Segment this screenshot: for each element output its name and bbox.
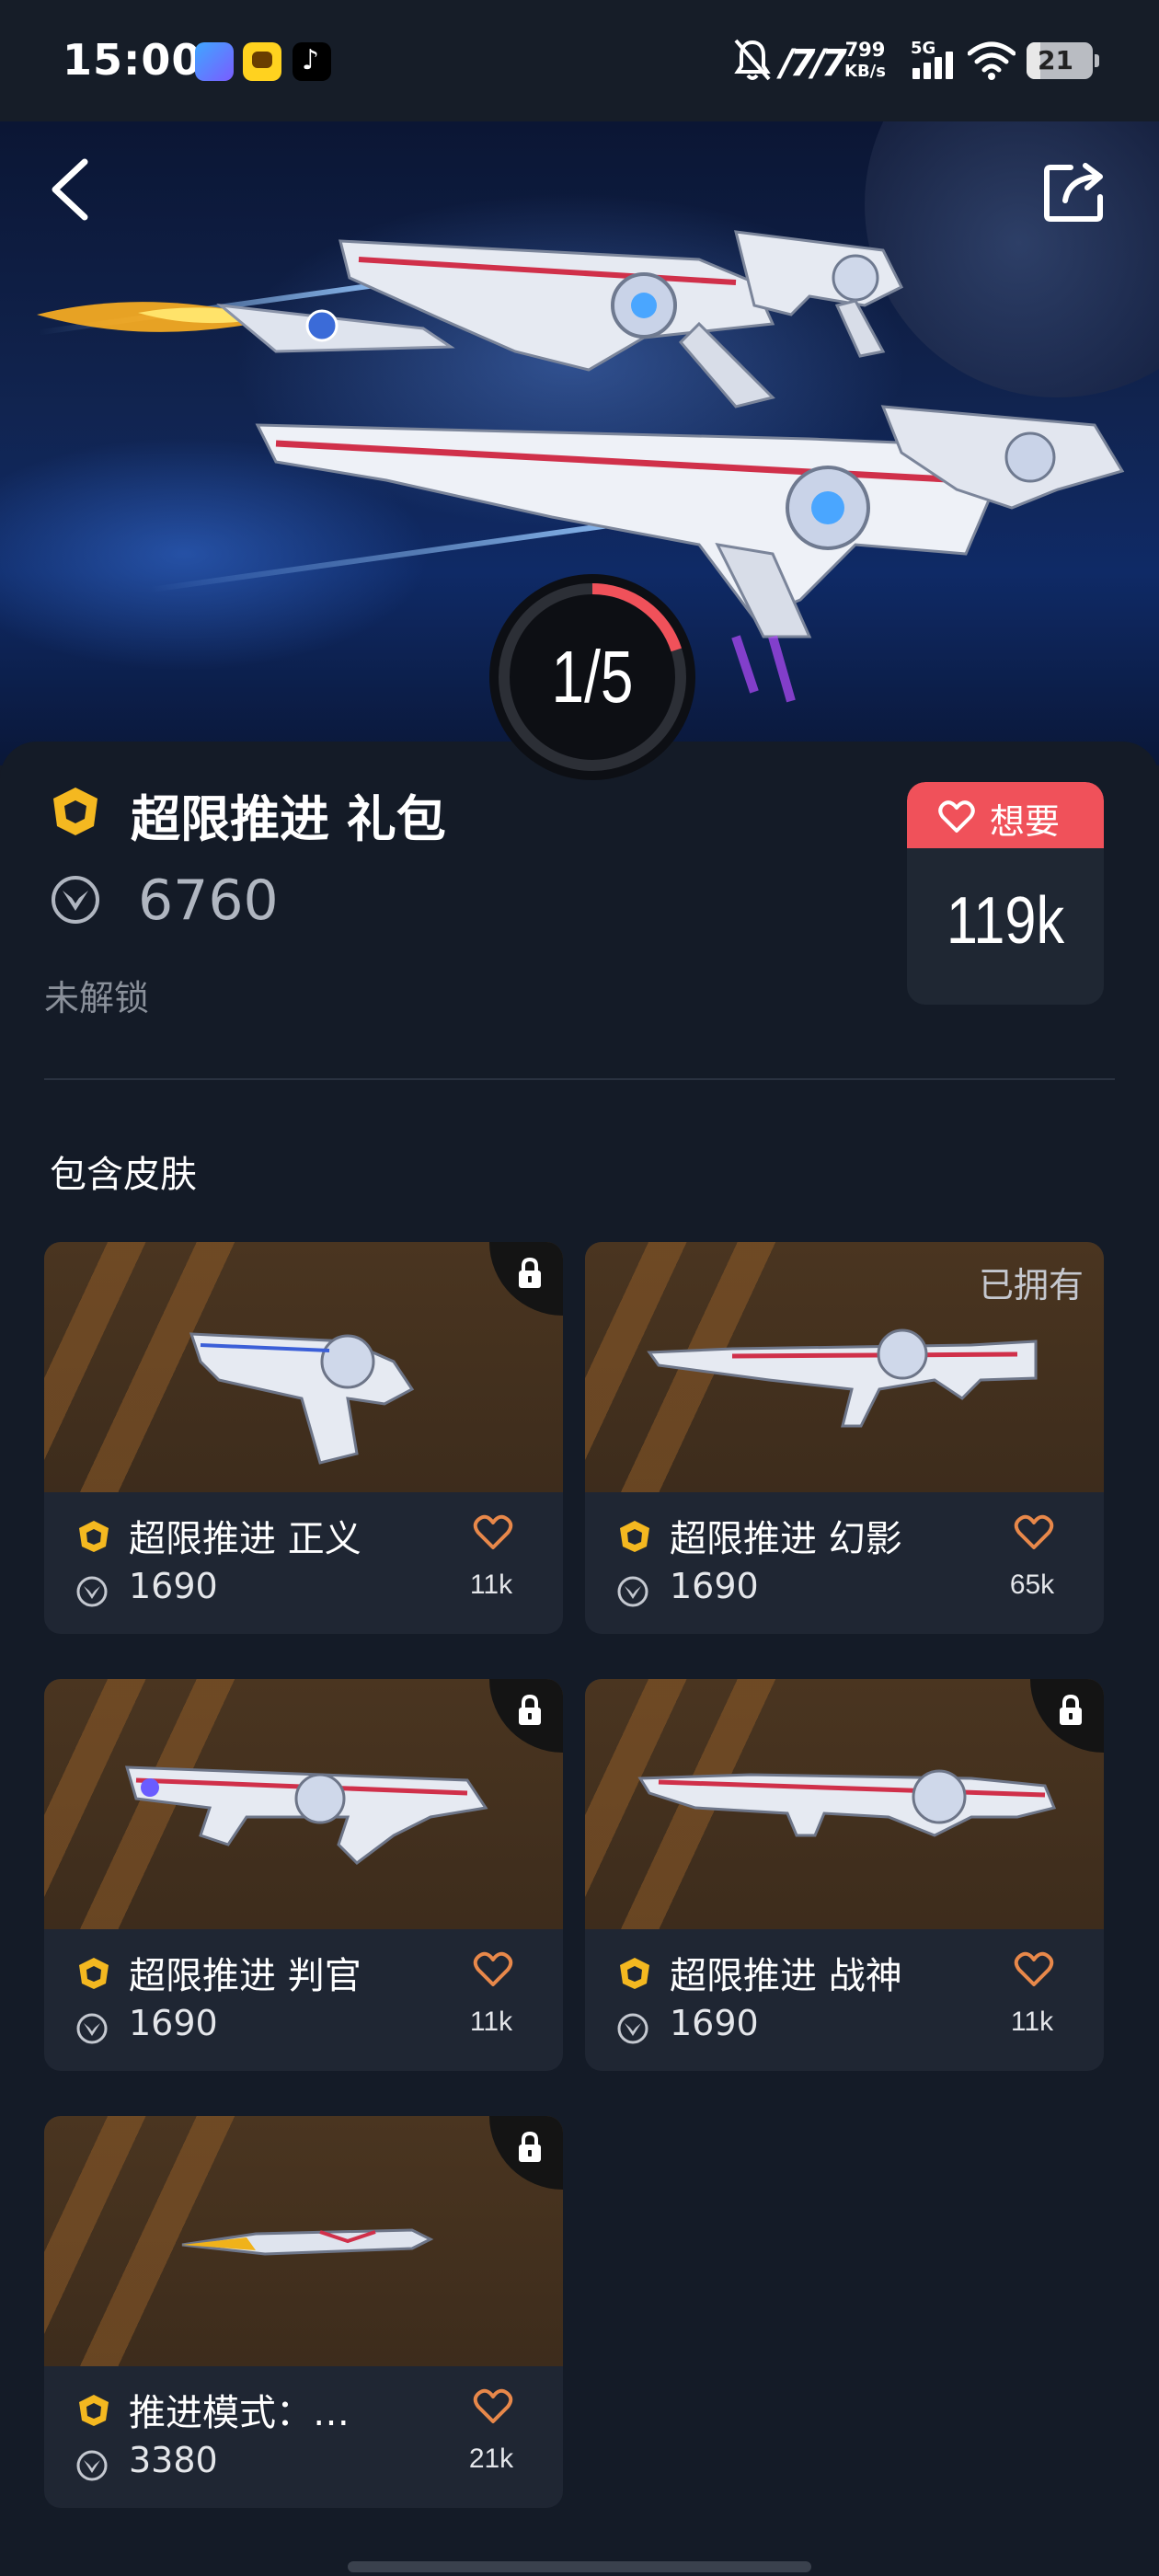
skin-weapon-image [637,1769,1057,1837]
lock-icon [519,1694,541,1725]
heart-icon[interactable] [1014,1951,1054,1988]
skin-price: 1690 [129,1566,218,1606]
lock-icon [519,1257,541,1288]
wishlist-card: 想要 119k [907,782,1104,1005]
skin-name: 超限推进 战神 [670,1955,902,1997]
skin-card[interactable]: 推进模式：… 3380 21k [44,2116,563,2508]
premium-edition-icon [79,1958,109,1989]
image-pager-indicator: 1/5 [489,574,695,780]
heart-icon[interactable] [473,2388,513,2425]
network-speed-value: 799 [844,39,886,61]
premium-edition-icon [79,2395,109,2426]
unlock-status: 未解锁 [44,978,150,1018]
skin-likes-count: 21k [468,2444,514,2474]
bundle-title: 超限推进 礼包 [131,790,446,848]
network-type: 5G [911,39,936,58]
pager-text: 1/5 [551,636,634,718]
bundle-price: 6760 [138,868,279,933]
wishlist-button[interactable]: 想要 [907,782,1104,848]
valorant-points-icon [617,2013,648,2044]
wifi-icon [968,41,1016,80]
wishlist-count: 119k [946,884,1065,958]
share-icon[interactable] [1043,158,1107,223]
heart-icon[interactable] [473,1951,513,1988]
skin-weapon-image [181,2228,434,2256]
skin-weapon-image [189,1332,415,1465]
skin-price: 1690 [129,2003,218,2043]
premium-edition-icon [620,1521,649,1552]
skin-thumbnail: 已拥有 [585,1242,1104,1492]
skin-price: 1690 [670,2003,759,2043]
app-notification-icon [243,42,281,81]
skin-name: 推进模式：… [129,2392,350,2434]
skin-name: 超限推进 幻影 [670,1518,902,1560]
skin-card[interactable]: 超限推进 正义 1690 11k [44,1242,563,1634]
network-speed: 799 KB/s [844,39,886,83]
skin-card[interactable]: 超限推进 判官 1690 11k [44,1679,563,2071]
tiktok-icon [293,42,331,81]
home-indicator[interactable] [348,2561,811,2572]
skin-card[interactable]: 已拥有 超限推进 幻影 1690 65k [585,1242,1104,1634]
skin-thumbnail [44,1679,563,1929]
owned-label: 已拥有 [978,1265,1084,1305]
premium-edition-icon [53,788,98,835]
divider [44,1078,1115,1080]
skin-weapon-image [124,1765,488,1865]
status-time: 15:00 [63,35,202,85]
skin-thumbnail [44,1242,563,1492]
valorant-points-icon [76,2450,108,2481]
skin-thumbnail [585,1679,1104,1929]
back-arrow-icon[interactable] [44,156,99,223]
skin-thumbnail [44,2116,563,2366]
valorant-points-icon [76,2013,108,2044]
skin-likes-count: 65k [1009,1570,1055,1600]
cellular-signal-icon: 5G [909,39,957,83]
skin-name: 超限推进 判官 [129,1955,361,1997]
section-title: 包含皮肤 [50,1154,197,1196]
skin-likes-count: 11k [469,2007,513,2037]
skin-likes-count: 11k [469,1570,513,1600]
skin-card[interactable]: 超限推进 战神 1690 11k [585,1679,1104,2071]
carrier-logo-icon: /7/7 [780,42,847,85]
wishlist-label: 想要 [990,801,1061,842]
lock-icon [1060,1694,1082,1725]
bell-muted-icon [734,39,771,81]
skin-price: 1690 [670,1566,759,1606]
valorant-points-icon [76,1576,108,1607]
valorant-points-icon [617,1576,648,1607]
network-speed-unit: KB/s [844,62,886,81]
lock-icon [519,2131,541,2162]
battery-text: 21 [1038,45,1073,75]
skin-likes-count: 11k [1010,2007,1054,2037]
premium-edition-icon [620,1958,649,1989]
valorant-points-icon [52,876,99,924]
battery-icon: 21 [1027,42,1099,79]
skin-price: 3380 [129,2440,218,2480]
heart-icon [938,800,975,833]
premium-edition-icon [79,1521,109,1552]
status-bar: 15:00 /7/7 799 KB/s 5G 21 [0,0,1159,121]
app-notification-icon [195,42,234,81]
heart-icon[interactable] [473,1514,513,1551]
skin-name: 超限推进 正义 [129,1518,361,1560]
heart-icon[interactable] [1014,1514,1054,1551]
